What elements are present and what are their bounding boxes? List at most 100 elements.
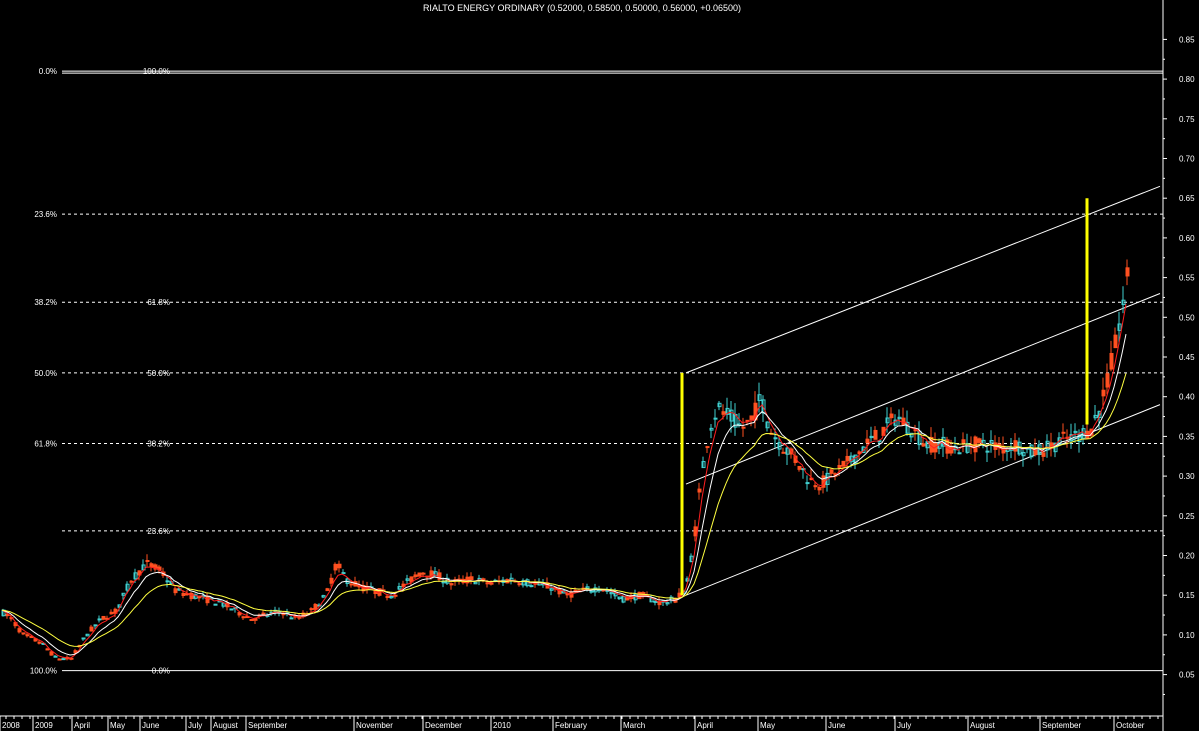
x-tick-label: October — [1116, 721, 1145, 730]
x-tick-label: April — [74, 721, 90, 730]
fib-left-label: 61.8% — [34, 440, 57, 449]
candle-body — [829, 469, 834, 474]
candle-body — [529, 585, 534, 588]
candle-body — [53, 655, 58, 658]
candle-body — [1113, 334, 1118, 349]
fib-inner-label: 61.8% — [147, 298, 170, 307]
fib-inner-label: 0.0% — [152, 667, 170, 676]
x-tick-label: July — [897, 721, 911, 730]
candle-body — [749, 415, 754, 420]
candle-body — [889, 413, 894, 419]
candle-body — [805, 482, 810, 485]
candle-body — [173, 588, 178, 594]
candle-body — [961, 439, 966, 444]
y-tick-label: 0.70 — [1179, 155, 1195, 164]
candle-body — [149, 563, 154, 568]
candle-body — [837, 464, 842, 469]
x-tick-label: December — [425, 721, 462, 730]
y-tick-label: 0.40 — [1179, 393, 1195, 402]
candle-body — [921, 443, 926, 447]
y-tick-label: 0.30 — [1179, 472, 1195, 481]
candle-body — [249, 619, 254, 622]
candle-body — [973, 436, 978, 453]
candle-body — [813, 485, 818, 488]
fib-inner-label: 23.6% — [147, 527, 170, 536]
candle-body — [93, 624, 98, 627]
candle-body — [261, 612, 266, 615]
candle-body — [145, 560, 150, 563]
candle-body — [165, 580, 170, 583]
candle-body — [57, 658, 62, 661]
x-tick-label: September — [248, 721, 287, 730]
candle-body — [1101, 389, 1106, 397]
candle-body — [977, 438, 982, 443]
candle-body — [705, 446, 710, 449]
candle-body — [97, 618, 102, 621]
candle-body — [421, 572, 426, 575]
candle-body — [181, 592, 186, 597]
candle-body — [901, 417, 906, 426]
candle-body — [957, 452, 962, 455]
candle-body — [109, 611, 114, 615]
x-tick-label: August — [213, 721, 239, 730]
candle-body — [17, 628, 22, 633]
y-tick-label: 0.55 — [1179, 274, 1195, 283]
candle-body — [349, 583, 354, 586]
x-tick-label: September — [1042, 721, 1081, 730]
candle-body — [413, 574, 418, 578]
candle-body — [865, 438, 870, 444]
y-tick-label: 0.85 — [1179, 35, 1195, 44]
y-tick-label: 0.25 — [1179, 512, 1195, 521]
fib-inner-label: 100.0% — [143, 67, 170, 76]
y-tick-label: 0.80 — [1179, 75, 1195, 84]
y-tick-label: 0.65 — [1179, 194, 1195, 203]
stock-chart: RIALTO ENERGY ORDINARY (0.52000, 0.58500… — [0, 0, 1199, 731]
y-tick-label: 0.05 — [1179, 671, 1195, 680]
x-tick-label: November — [356, 721, 393, 730]
x-tick-label: June — [828, 721, 846, 730]
candle-body — [385, 595, 390, 599]
candle-body — [1109, 352, 1114, 370]
candle-body — [241, 616, 246, 619]
candle-body — [189, 592, 194, 600]
fib-left-label: 100.0% — [30, 667, 57, 676]
candle-body — [45, 648, 50, 651]
candle-body — [845, 455, 850, 462]
x-tick-label: 2010 — [493, 721, 511, 730]
candle-body — [485, 582, 490, 585]
y-tick-label: 0.20 — [1179, 552, 1195, 561]
candle-body — [1105, 373, 1110, 388]
candle-body — [25, 634, 30, 637]
y-tick-label: 0.45 — [1179, 353, 1195, 362]
candle-body — [489, 582, 494, 585]
candle-body — [37, 641, 42, 644]
chart-title: RIALTO ENERGY ORDINARY (0.52000, 0.58500… — [423, 3, 741, 13]
candle-body — [1041, 452, 1046, 457]
candle-body — [213, 603, 218, 606]
candle-body — [101, 615, 106, 620]
candle-body — [81, 637, 86, 640]
candle-body — [129, 580, 134, 583]
candle-body — [873, 429, 878, 440]
x-tick-label: August — [970, 721, 996, 730]
candle-body — [341, 572, 346, 575]
x-tick-label: June — [142, 721, 160, 730]
y-tick-label: 0.75 — [1179, 115, 1195, 124]
candle-body — [797, 465, 802, 470]
candle-body — [289, 617, 294, 620]
candle-body — [589, 590, 594, 593]
candle-body — [721, 411, 726, 415]
fib-left-label: 0.0% — [39, 67, 57, 76]
candle-body — [517, 583, 522, 586]
fib-left-label: 38.2% — [34, 298, 57, 307]
fib-left-label: 50.0% — [34, 369, 57, 378]
candle-body — [449, 583, 454, 586]
candle-body — [229, 608, 234, 611]
y-tick-label: 0.15 — [1179, 591, 1195, 600]
y-tick-label: 0.50 — [1179, 313, 1195, 322]
candle-body — [653, 600, 658, 603]
candle-body — [1125, 267, 1130, 277]
candle-body — [713, 417, 718, 420]
x-tick-label: April — [697, 721, 713, 730]
candle-body — [297, 616, 302, 619]
